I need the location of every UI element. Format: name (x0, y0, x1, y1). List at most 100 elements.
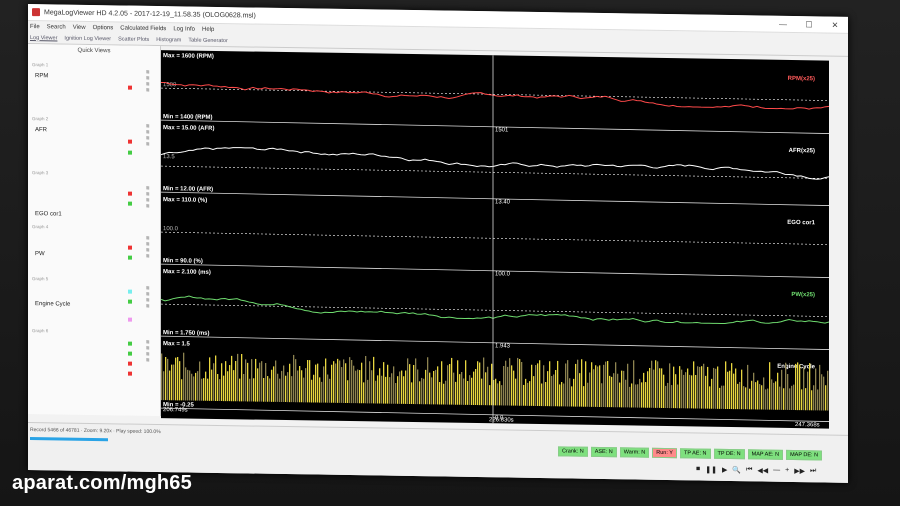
graph-field-selector[interactable]: AFR (35, 127, 156, 135)
minimize-button[interactable]: — (770, 19, 796, 28)
cycle-bar (749, 388, 751, 410)
zoom-icon[interactable]: 🔍 (732, 466, 741, 474)
menu-calculated-fields[interactable]: Calculated Fields (120, 25, 166, 32)
cycle-bar (655, 360, 657, 408)
cycle-bar (667, 382, 669, 409)
cycle-bar (423, 378, 425, 405)
menu-log-info[interactable]: Log Info (173, 26, 195, 32)
flag-crank: Crank: N (558, 446, 588, 457)
cycle-bar (241, 353, 243, 402)
tab-log-viewer[interactable]: Log Viewer (30, 35, 57, 41)
maximize-button[interactable]: ☐ (796, 20, 822, 29)
menu-search[interactable]: Search (47, 24, 66, 30)
options-menu-icon[interactable]: ≡ ≡ ≡ ≡ (146, 186, 151, 210)
cycle-bar (207, 378, 209, 401)
options-menu-icon[interactable]: ≡ ≡ ≡ ≡ (146, 70, 151, 94)
cycle-bar (439, 381, 441, 405)
options-menu-icon[interactable]: ≡ ≡ ≡ ≡ (146, 124, 151, 148)
cycle-bar (531, 364, 533, 406)
tab-histogram[interactable]: Histogram (156, 37, 181, 43)
color-swatch[interactable] (128, 289, 132, 294)
cycle-bar (417, 369, 419, 405)
color-swatch[interactable] (128, 85, 132, 90)
color-swatch[interactable] (128, 245, 132, 250)
cycle-bar (331, 364, 333, 403)
skip-start-button[interactable]: ⏮ (746, 466, 752, 474)
log-chart-svg[interactable]: Max = 1600 (RPM) Min = 1400 (RPM) RPM(x25)… (161, 50, 829, 428)
playback-progress-bar[interactable] (30, 437, 108, 442)
menu-options[interactable]: Options (93, 25, 114, 31)
color-swatch[interactable] (128, 191, 132, 196)
cycle-bar (407, 358, 409, 404)
cycle-bar (599, 365, 601, 407)
graph-field-selector[interactable]: EGO cor1 (35, 211, 156, 219)
color-swatch[interactable] (128, 299, 132, 304)
menu-help[interactable]: Help (202, 26, 214, 32)
series-line (161, 81, 829, 110)
tab-scatter-plots[interactable]: Scatter Plots (118, 36, 149, 42)
graph-label: Graph 2 (32, 116, 49, 122)
color-swatch[interactable] (128, 361, 132, 366)
tab-table-generator[interactable]: Table Generator (188, 37, 227, 44)
zoom-out-button[interactable]: — (773, 467, 780, 475)
cycle-bar (455, 381, 457, 405)
cycle-bar (403, 376, 405, 404)
cycle-bar (725, 361, 727, 409)
menu-view[interactable]: View (73, 24, 86, 30)
graph-field-selector[interactable]: Engine Cycle (35, 301, 156, 309)
cycle-bar (467, 380, 469, 405)
tab-ignition-log-viewer[interactable]: Ignition Log Viewer (64, 35, 111, 42)
cycle-bar (317, 363, 319, 403)
cycle-bar (421, 377, 423, 405)
cycle-bar (163, 371, 165, 401)
fast-forward-button[interactable]: ▶▶ (794, 467, 805, 475)
max-label: Max = 1.5 (163, 341, 191, 347)
cycle-bar (799, 364, 801, 411)
zoom-in-button[interactable]: + (785, 467, 789, 475)
cycle-bar (215, 355, 217, 401)
cycle-bar (583, 386, 585, 407)
cycle-bar (533, 376, 535, 406)
cycle-bar (463, 378, 465, 405)
color-swatch[interactable] (128, 255, 132, 260)
max-label: Max = 110.0 (%) (163, 197, 207, 204)
cycle-bar (761, 385, 763, 410)
cycle-bar (789, 388, 791, 410)
cycle-bar (301, 370, 303, 403)
stop-button[interactable]: ■ (696, 465, 700, 473)
close-button[interactable]: ✕ (822, 20, 848, 29)
pause-button[interactable]: ❚❚ (705, 466, 717, 474)
cycle-bar (797, 362, 799, 411)
color-swatch[interactable] (128, 150, 132, 155)
graph-label: Graph 3 (32, 170, 49, 176)
options-menu-icon[interactable]: ≡ ≡ ≡ ≡ (146, 340, 151, 364)
rewind-button[interactable]: ◀◀ (757, 466, 768, 474)
cycle-bar (329, 378, 331, 403)
watermark: aparat.com/mgh65 (12, 472, 192, 494)
options-menu-icon[interactable]: ≡ ≡ ≡ ≡ (146, 236, 151, 260)
quick-views-sidebar: Quick Views Graph 1 RPM ≡ ≡ ≡ ≡ Graph 2 AFR… (28, 44, 161, 417)
color-swatch[interactable] (128, 351, 132, 356)
graph-field-selector[interactable]: PW (35, 251, 156, 259)
cycle-bar (271, 369, 273, 402)
cycle-bar (677, 384, 679, 409)
graph-field-selector[interactable]: RPM (35, 73, 156, 81)
cycle-bar (239, 378, 241, 402)
cycle-bar (387, 364, 389, 404)
color-swatch[interactable] (128, 139, 132, 144)
cycle-bar (181, 379, 183, 401)
log-chart-area[interactable]: Max = 1600 (RPM) Min = 1400 (RPM) RPM(x25)… (161, 50, 829, 429)
options-menu-icon[interactable]: ≡ ≡ ≡ ≡ (146, 286, 151, 310)
color-swatch[interactable] (128, 201, 132, 206)
color-swatch[interactable] (128, 371, 132, 376)
menu-file[interactable]: File (30, 24, 40, 30)
cycle-bar (575, 363, 577, 407)
cycle-bar (781, 369, 783, 410)
cycle-bar (687, 368, 689, 409)
color-swatch[interactable] (128, 317, 132, 322)
color-swatch[interactable] (128, 341, 132, 346)
play-button[interactable]: ▶ (722, 466, 727, 474)
cycle-bar (697, 366, 699, 409)
skip-end-button[interactable]: ⏭ (810, 467, 816, 475)
cycle-bar (675, 374, 677, 409)
